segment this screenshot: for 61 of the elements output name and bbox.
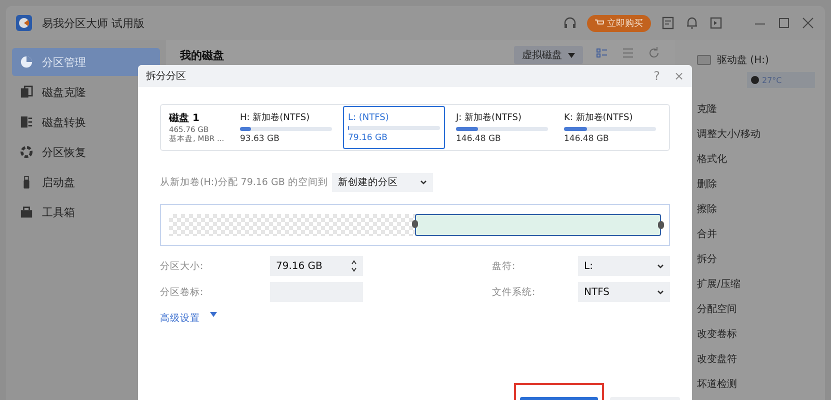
- caret-icon[interactable]: [210, 312, 217, 317]
- action-item[interactable]: 删除: [697, 171, 717, 196]
- window-title: 易我分区大师 试用版: [42, 16, 146, 30]
- action-item[interactable]: 调整大小/移动: [697, 121, 760, 146]
- pie-icon: [20, 55, 33, 69]
- new-partition-area[interactable]: [415, 214, 661, 236]
- toolbox-icon: [20, 205, 33, 219]
- field-label: 文件系统:: [492, 286, 536, 298]
- select-field[interactable]: L:: [578, 256, 670, 276]
- caret-icon[interactable]: [568, 52, 575, 58]
- field-label: 分区卷标:: [160, 286, 204, 298]
- action-item[interactable]: 克隆: [697, 96, 717, 121]
- action-item[interactable]: 拆分: [697, 246, 717, 271]
- field-label: 盘符:: [492, 260, 516, 272]
- temperature-widget: 27°C: [747, 72, 815, 88]
- chevron-down-icon: [657, 290, 664, 294]
- partition-item[interactable]: H: 新加卷(NTFS) 93.63 GB: [235, 106, 337, 149]
- grid-view-icon[interactable]: [595, 46, 609, 60]
- list-view-icon[interactable]: [621, 46, 635, 60]
- sidebar-item[interactable]: 工具箱: [12, 198, 160, 226]
- allocate-label: 从新加卷(H:)分配 79.16 GB 的空间到: [160, 176, 328, 189]
- action-item[interactable]: 扩展/压缩: [697, 271, 740, 296]
- action-item[interactable]: 合并: [697, 221, 717, 246]
- partition-item[interactable]: J: 新加卷(NTFS) 146.48 GB: [451, 106, 553, 149]
- drive-name: 驱动盘 (H:): [717, 54, 769, 67]
- action-item[interactable]: 改变盘符: [697, 346, 737, 371]
- action-item[interactable]: 分配空间: [697, 296, 737, 321]
- chevron-down-icon: [657, 264, 664, 268]
- help-button[interactable]: ?: [654, 69, 660, 83]
- cart-icon: [595, 19, 604, 27]
- drive-icon: [697, 55, 711, 65]
- action-item[interactable]: 格式化: [697, 146, 727, 171]
- note-icon[interactable]: [661, 16, 675, 30]
- buy-button[interactable]: 立即购买: [587, 14, 651, 32]
- action-item[interactable]: 坏道检测: [697, 371, 737, 396]
- split-handle[interactable]: [412, 220, 418, 228]
- virtual-disk-dropdown[interactable]: 虚拟磁盘: [514, 46, 583, 64]
- refresh-icon[interactable]: [647, 46, 661, 60]
- field-label: 分区大小:: [160, 260, 204, 272]
- advanced-settings-link[interactable]: 高级设置: [160, 312, 217, 325]
- select-field[interactable]: NTFS: [578, 282, 670, 302]
- size-spinner[interactable]: 79.16 GB: [270, 256, 363, 276]
- close-icon[interactable]: [801, 16, 815, 30]
- headset-icon[interactable]: [563, 16, 577, 30]
- sidebar-item[interactable]: 启动盘: [12, 168, 160, 196]
- target-dropdown[interactable]: 新创建的分区: [332, 173, 433, 192]
- sidebar-item[interactable]: 磁盘转换: [12, 108, 160, 136]
- chevron-down-icon: [420, 180, 427, 185]
- partition-item[interactable]: K: 新加卷(NTFS) 146.48 GB: [559, 106, 661, 149]
- app-logo-icon: [16, 15, 32, 31]
- partition-item[interactable]: L: (NTFS) 79.16 GB: [343, 106, 445, 149]
- clone-icon: [20, 85, 33, 99]
- section-title: 我的磁盘: [180, 48, 225, 63]
- action-item[interactable]: 擦除: [697, 196, 717, 221]
- bell-icon[interactable]: [685, 16, 699, 30]
- sidebar-item[interactable]: 分区恢复: [12, 138, 160, 166]
- close-button[interactable]: ×: [674, 69, 684, 83]
- disk-name: 磁盘 1: [169, 112, 200, 125]
- maximize-icon[interactable]: [777, 16, 791, 30]
- up-down-arrows-icon[interactable]: [351, 259, 357, 273]
- action-item[interactable]: 改变卷标: [697, 321, 737, 346]
